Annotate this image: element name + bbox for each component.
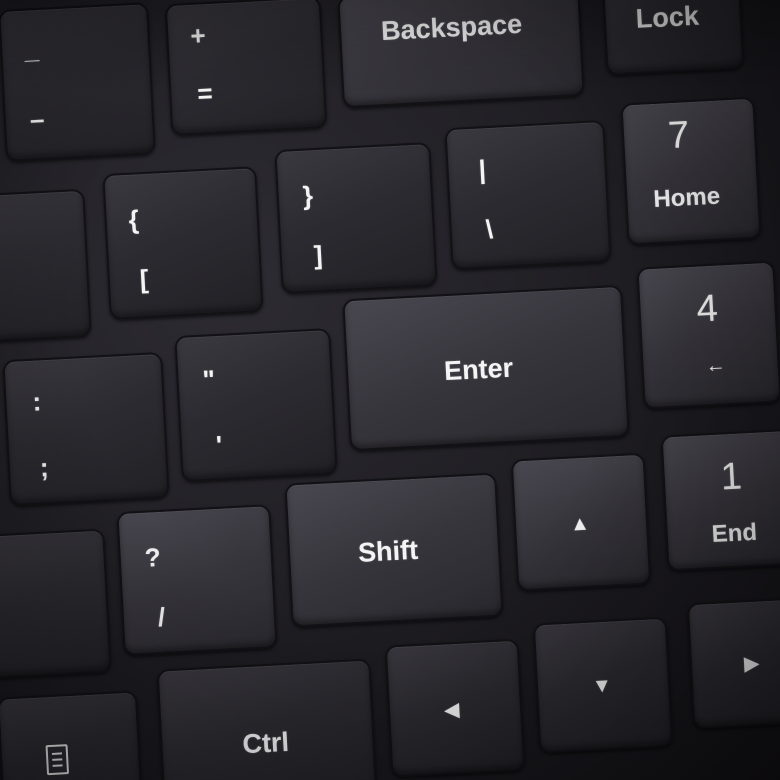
key-backspace[interactable]: Backspace xyxy=(337,0,585,109)
key-legend-top: _ xyxy=(23,33,40,65)
key-legend-bottom: ; xyxy=(39,452,50,483)
key-num-lock[interactable]: Lock xyxy=(601,0,745,76)
key-legend-top: + xyxy=(189,20,207,51)
key-arrow-right[interactable]: ▶ xyxy=(686,596,780,730)
key-label: Home xyxy=(652,182,721,213)
key-label: Shift xyxy=(357,534,419,568)
key-label: End xyxy=(711,518,758,549)
key-legend-top: ? xyxy=(143,541,162,573)
key-legend-top: } xyxy=(301,180,314,211)
key-slash[interactable]: ? / xyxy=(116,504,278,656)
key-num-7[interactable]: 7 Home xyxy=(620,96,762,246)
key-arrow-up[interactable]: ▲ xyxy=(510,452,652,592)
key-bracket-left[interactable]: { [ xyxy=(102,166,264,320)
key-legend-bottom: – xyxy=(29,103,46,135)
key-label: ← xyxy=(705,354,727,378)
key-legend-bottom: = xyxy=(196,77,214,109)
key-legend-bottom: [ xyxy=(139,263,150,295)
key-shift-left-edge[interactable] xyxy=(0,528,112,680)
key-number: 4 xyxy=(695,287,719,331)
key-label: Backspace xyxy=(380,8,523,47)
keyboard-photo: _ – + = Backspace Lock { [ } ] | \ 7 Hom… xyxy=(0,0,780,780)
arrow-left-icon: ◀ xyxy=(443,698,461,722)
key-legend-top: " xyxy=(201,364,216,395)
key-label: Lock xyxy=(635,0,700,34)
key-minus[interactable]: _ – xyxy=(0,2,156,162)
key-number: 1 xyxy=(719,455,744,499)
key-shift[interactable]: Shift xyxy=(284,472,504,628)
menu-icon xyxy=(45,744,70,776)
key-legend-bottom: / xyxy=(157,601,166,633)
key-num-4[interactable]: 4 ← xyxy=(636,260,780,410)
key-bracket-right[interactable]: } ] xyxy=(274,142,438,294)
key-ctrl[interactable]: Ctrl xyxy=(156,658,378,780)
key-enter[interactable]: Enter xyxy=(342,284,630,452)
arrow-down-icon: ▼ xyxy=(591,674,613,698)
key-legend-top: | xyxy=(477,154,487,185)
key-menu[interactable] xyxy=(0,690,144,780)
key-legend-bottom: \ xyxy=(484,213,494,245)
key-num-1[interactable]: 1 End xyxy=(660,428,780,572)
key-quote[interactable]: " ' xyxy=(174,328,338,482)
key-label: Ctrl xyxy=(241,726,290,760)
key-legend-top: { xyxy=(127,204,140,235)
key-backslash[interactable]: | \ xyxy=(444,119,612,271)
key-legend-top: : xyxy=(31,386,42,417)
key-legend-bottom: ' xyxy=(215,429,224,461)
key-semicolon[interactable]: : ; xyxy=(2,351,170,507)
key-arrow-down[interactable]: ▼ xyxy=(532,616,674,754)
key-tab-edge[interactable] xyxy=(0,188,92,344)
key-arrow-left[interactable]: ◀ xyxy=(384,638,526,778)
key-legend-bottom: ] xyxy=(313,239,324,271)
key-equals[interactable]: + = xyxy=(164,0,328,136)
key-number: 7 xyxy=(667,114,691,158)
arrow-right-icon: ▶ xyxy=(743,652,761,676)
key-label: Enter xyxy=(443,352,514,387)
arrow-up-icon: ▲ xyxy=(569,512,591,536)
